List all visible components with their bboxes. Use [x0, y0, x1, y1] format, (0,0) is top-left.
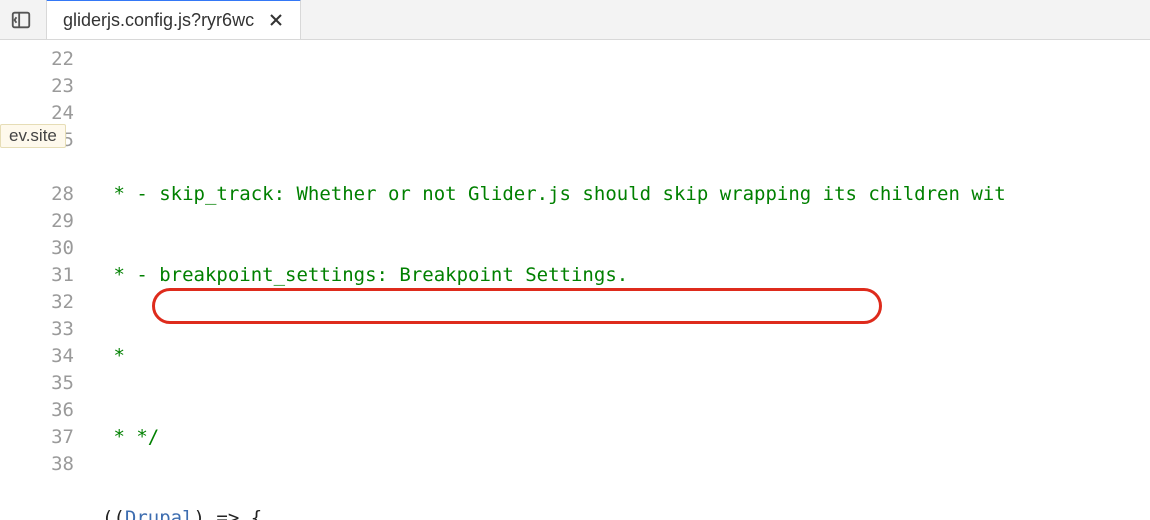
line-number: 33 — [0, 316, 74, 343]
line-number: 35 — [0, 370, 74, 397]
line-number: 38 — [0, 451, 74, 478]
inlay-badge: ev.site — [0, 124, 66, 148]
line-number — [0, 154, 74, 181]
line-number: 29 — [0, 208, 74, 235]
line-number: 31 — [0, 262, 74, 289]
line-number: 36 — [0, 397, 74, 424]
line-number: 28 — [0, 181, 74, 208]
line-number: 23 — [0, 73, 74, 100]
code-area[interactable]: * - skip_track: Whether or not Glider.js… — [86, 40, 1150, 520]
line-number: 37 — [0, 424, 74, 451]
close-icon[interactable] — [266, 10, 286, 30]
panel-toggle-icon[interactable] — [6, 5, 36, 35]
line-number: 24 — [0, 100, 74, 127]
code-line: * */ — [102, 424, 1150, 451]
code-line: ((Drupal) => { — [102, 505, 1150, 520]
line-number: 32 — [0, 289, 74, 316]
line-number: 34 — [0, 343, 74, 370]
line-number-gutter: 22 23 24 25 28 29 30 31 32 33 34 35 36 3… — [0, 40, 86, 520]
tab-strip: gliderjs.config.js?ryr6wc — [0, 0, 1150, 40]
code-line: * - skip_track: Whether or not Glider.js… — [102, 181, 1150, 208]
editor[interactable]: 22 23 24 25 28 29 30 31 32 33 34 35 36 3… — [0, 40, 1150, 520]
code-line: * - breakpoint_settings: Breakpoint Sett… — [102, 262, 1150, 289]
line-number: 30 — [0, 235, 74, 262]
code-line: * — [102, 343, 1150, 370]
tab-title: gliderjs.config.js?ryr6wc — [63, 10, 254, 31]
highlight-annotation — [152, 288, 882, 324]
line-number: 22 — [0, 46, 74, 73]
editor-tab[interactable]: gliderjs.config.js?ryr6wc — [46, 0, 301, 39]
